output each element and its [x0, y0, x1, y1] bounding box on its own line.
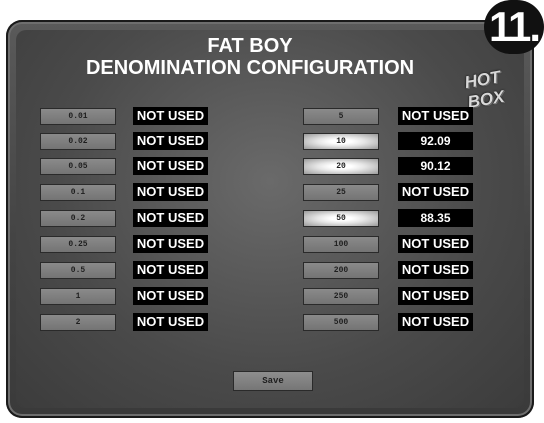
denomination-button[interactable]: 500	[303, 314, 379, 331]
denomination-button[interactable]: 10	[303, 133, 379, 150]
payout-value: NOT USED	[133, 261, 208, 279]
payout-value: NOT USED	[398, 287, 473, 305]
page-title: DENOMINATION CONFIGURATION	[85, 57, 415, 79]
denomination-button[interactable]: 0.05	[40, 158, 116, 175]
payout-value: 92.09	[398, 132, 473, 150]
denomination-button[interactable]: 2	[40, 314, 116, 331]
payout-value: NOT USED	[133, 157, 208, 175]
payout-value: NOT USED	[398, 261, 473, 279]
payout-value: NOT USED	[133, 107, 208, 125]
denomination-button[interactable]: 0.5	[40, 262, 116, 279]
payout-value: NOT USED	[133, 132, 208, 150]
denomination-button[interactable]: 0.2	[40, 210, 116, 227]
denomination-button[interactable]: 0.01	[40, 108, 116, 125]
denomination-button[interactable]: 200	[303, 262, 379, 279]
payout-value: NOT USED	[133, 183, 208, 201]
denomination-button[interactable]: 0.1	[40, 184, 116, 201]
payout-value: NOT USED	[398, 183, 473, 201]
payout-value: NOT USED	[398, 107, 473, 125]
denomination-button[interactable]: 0.25	[40, 236, 116, 253]
payout-value: NOT USED	[133, 235, 208, 253]
payout-value: NOT USED	[398, 313, 473, 331]
payout-value: NOT USED	[133, 209, 208, 227]
denomination-button[interactable]: 250	[303, 288, 379, 305]
denomination-button[interactable]: 5	[303, 108, 379, 125]
payout-value: 90.12	[398, 157, 473, 175]
denomination-button[interactable]: 25	[303, 184, 379, 201]
denomination-button[interactable]: 0.02	[40, 133, 116, 150]
payout-value: NOT USED	[398, 235, 473, 253]
step-number-badge: 11.	[484, 0, 544, 54]
denomination-button[interactable]: 50	[303, 210, 379, 227]
payout-value: NOT USED	[133, 287, 208, 305]
save-button[interactable]: Save	[233, 371, 313, 391]
denomination-button[interactable]: 100	[303, 236, 379, 253]
payout-value: NOT USED	[133, 313, 208, 331]
denomination-button[interactable]: 20	[303, 158, 379, 175]
payout-value: 88.35	[398, 209, 473, 227]
denomination-button[interactable]: 1	[40, 288, 116, 305]
machine-title: FAT BOY	[207, 35, 293, 57]
